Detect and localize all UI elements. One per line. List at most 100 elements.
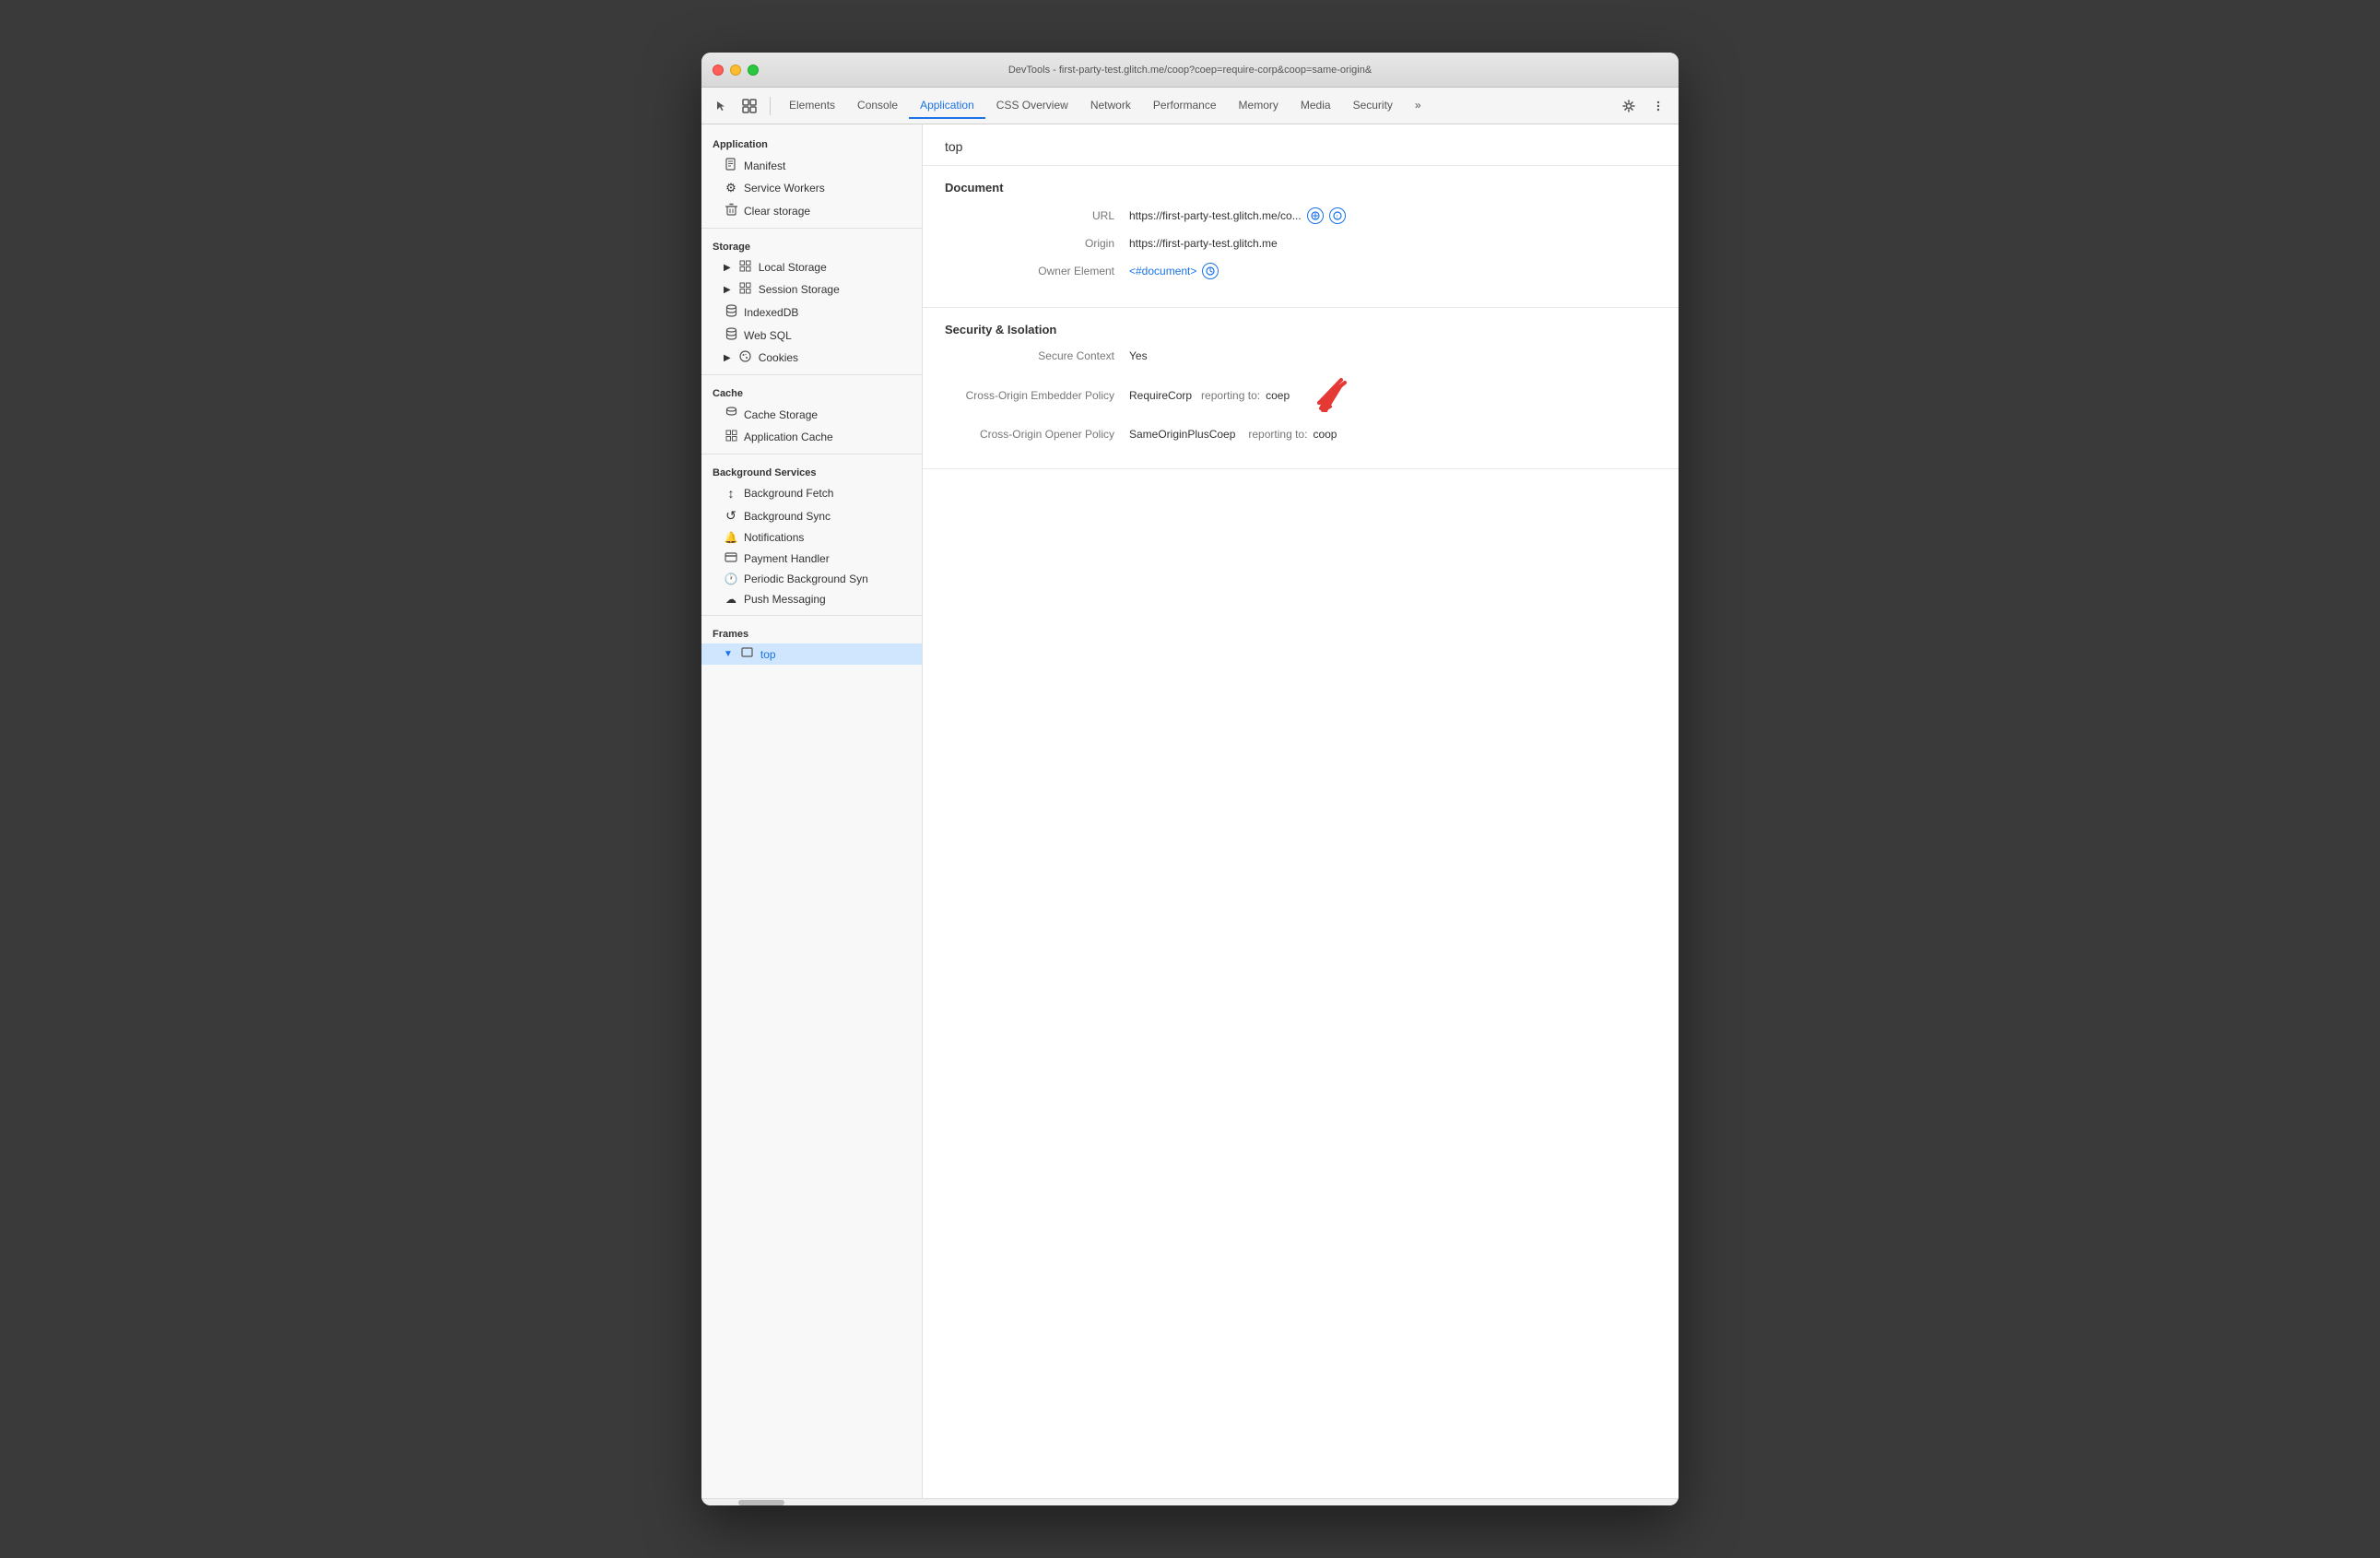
- background-fetch-label: Background Fetch: [744, 487, 833, 500]
- coop-reporting-value: coop: [1313, 428, 1337, 441]
- sidebar-section-storage: Storage: [701, 234, 922, 256]
- document-icon: [724, 158, 738, 173]
- scrollbar-area[interactable]: [701, 1498, 1679, 1505]
- sidebar-item-periodic-bg-sync[interactable]: 🕐 Periodic Background Syn: [701, 569, 922, 589]
- tab-bar: Elements Console Application CSS Overvie…: [778, 93, 1614, 119]
- sidebar-item-notifications[interactable]: 🔔 Notifications: [701, 527, 922, 548]
- sidebar-item-manifest[interactable]: Manifest: [701, 154, 922, 177]
- payment-icon: [724, 551, 738, 565]
- document-section-title: Document: [945, 181, 1656, 195]
- sidebar: Application Manifest ⚙ Service Workers: [701, 124, 923, 1498]
- coep-policy-text: RequireCorp: [1129, 389, 1192, 402]
- sidebar-item-application-cache[interactable]: Application Cache: [701, 426, 922, 448]
- owner-element-icon[interactable]: [1202, 263, 1219, 279]
- sidebar-section-frames: Frames: [701, 621, 922, 643]
- arrow-icon: ▶: [724, 263, 731, 273]
- tab-network[interactable]: Network: [1079, 93, 1142, 119]
- db-icon: [724, 304, 738, 320]
- scrollbar-thumb: [738, 1500, 784, 1505]
- owner-element-link[interactable]: <#document>: [1129, 265, 1196, 277]
- sidebar-item-service-workers[interactable]: ⚙ Service Workers: [701, 177, 922, 199]
- url-field-row: URL https://first-party-test.glitch.me/c…: [945, 207, 1656, 224]
- coep-reporting-value: coep: [1266, 389, 1290, 402]
- breadcrumb-text: top: [945, 139, 962, 154]
- security-section: Security & Isolation Secure Context Yes …: [923, 308, 1679, 469]
- sidebar-item-indexeddb[interactable]: IndexedDB: [701, 301, 922, 324]
- toolbar: Elements Console Application CSS Overvie…: [701, 88, 1679, 124]
- trash-icon: [724, 203, 738, 218]
- owner-element-field-row: Owner Element <#document>: [945, 263, 1656, 279]
- coop-reporting-label: reporting to:: [1248, 428, 1307, 441]
- tab-performance[interactable]: Performance: [1142, 93, 1228, 119]
- window-title: DevTools - first-party-test.glitch.me/co…: [1008, 65, 1372, 76]
- devtools-window: DevTools - first-party-test.glitch.me/co…: [701, 53, 1679, 1505]
- sidebar-section-application: Application: [701, 132, 922, 154]
- origin-text: https://first-party-test.glitch.me: [1129, 237, 1278, 250]
- coop-row: Cross-Origin Opener Policy SameOriginPlu…: [945, 428, 1656, 441]
- sidebar-item-top-frame[interactable]: ▼ top: [701, 643, 922, 665]
- red-arrow-annotation: [1306, 375, 1350, 415]
- toolbar-right: [1616, 93, 1671, 119]
- content-panel: top Document URL https://first-party-tes…: [923, 124, 1679, 1498]
- tab-media[interactable]: Media: [1290, 93, 1342, 119]
- sidebar-item-web-sql[interactable]: Web SQL: [701, 324, 922, 347]
- toolbar-separator: [770, 97, 771, 115]
- grid-icon: [738, 282, 753, 297]
- tab-css-overview[interactable]: CSS Overview: [985, 93, 1079, 119]
- app-cache-icon: [724, 430, 738, 444]
- cloud-icon: ☁: [724, 593, 738, 606]
- cursor-icon[interactable]: [709, 93, 735, 119]
- tab-more[interactable]: »: [1404, 93, 1432, 119]
- settings-icon[interactable]: [1616, 93, 1642, 119]
- cache-icon: [724, 407, 738, 422]
- main-content: Application Manifest ⚙ Service Workers: [701, 124, 1679, 1498]
- coep-label: Cross-Origin Embedder Policy: [945, 389, 1129, 402]
- origin-field-row: Origin https://first-party-test.glitch.m…: [945, 237, 1656, 250]
- sidebar-item-local-storage[interactable]: ▶ Local Storage: [701, 256, 922, 278]
- security-section-title: Security & Isolation: [945, 323, 1656, 336]
- sidebar-item-clear-storage[interactable]: Clear storage: [701, 199, 922, 222]
- top-frame-label: top: [760, 648, 776, 661]
- clear-storage-label: Clear storage: [744, 205, 810, 218]
- more-options-icon[interactable]: [1645, 93, 1671, 119]
- coop-value: SameOriginPlusCoep reporting to: coop: [1129, 428, 1337, 441]
- sidebar-item-background-sync[interactable]: ↺ Background Sync: [701, 504, 922, 527]
- web-sql-label: Web SQL: [744, 329, 792, 342]
- sidebar-item-cookies[interactable]: ▶ Cookies: [701, 347, 922, 369]
- sidebar-item-session-storage[interactable]: ▶ Session Storage: [701, 278, 922, 301]
- cookies-label: Cookies: [759, 351, 798, 364]
- arrow-icon: ▶: [724, 285, 731, 295]
- content-breadcrumb: top: [923, 124, 1679, 166]
- secure-context-row: Secure Context Yes: [945, 349, 1656, 362]
- coep-reporting-label: reporting to:: [1201, 389, 1260, 402]
- traffic-lights: [713, 65, 759, 76]
- document-section: Document URL https://first-party-test.gl…: [923, 166, 1679, 308]
- tab-console[interactable]: Console: [846, 93, 909, 119]
- secure-context-text: Yes: [1129, 349, 1148, 362]
- gear-icon: ⚙: [724, 181, 738, 195]
- sidebar-item-push-messaging[interactable]: ☁ Push Messaging: [701, 589, 922, 609]
- minimize-button[interactable]: [730, 65, 741, 76]
- tab-security[interactable]: Security: [1342, 93, 1404, 119]
- tab-elements[interactable]: Elements: [778, 93, 846, 119]
- inspect-icon[interactable]: [736, 93, 762, 119]
- divider-1: [701, 228, 922, 229]
- tab-memory[interactable]: Memory: [1228, 93, 1290, 119]
- db-icon: [724, 327, 738, 343]
- tab-application[interactable]: Application: [909, 93, 985, 119]
- owner-element-label: Owner Element: [945, 265, 1129, 277]
- sidebar-item-cache-storage[interactable]: Cache Storage: [701, 403, 922, 426]
- close-button[interactable]: [713, 65, 724, 76]
- secure-context-label: Secure Context: [945, 349, 1129, 362]
- owner-element-value: <#document>: [1129, 263, 1219, 279]
- url-inspect-icon[interactable]: ↑: [1329, 207, 1346, 224]
- background-sync-label: Background Sync: [744, 510, 831, 523]
- url-link-icon[interactable]: [1307, 207, 1324, 224]
- origin-label: Origin: [945, 237, 1129, 250]
- secure-context-value: Yes: [1129, 349, 1148, 362]
- service-workers-label: Service Workers: [744, 182, 825, 195]
- maximize-button[interactable]: [748, 65, 759, 76]
- sidebar-item-background-fetch[interactable]: ↕ Background Fetch: [701, 482, 922, 504]
- frame-icon: [740, 647, 755, 661]
- sidebar-item-payment-handler[interactable]: Payment Handler: [701, 548, 922, 569]
